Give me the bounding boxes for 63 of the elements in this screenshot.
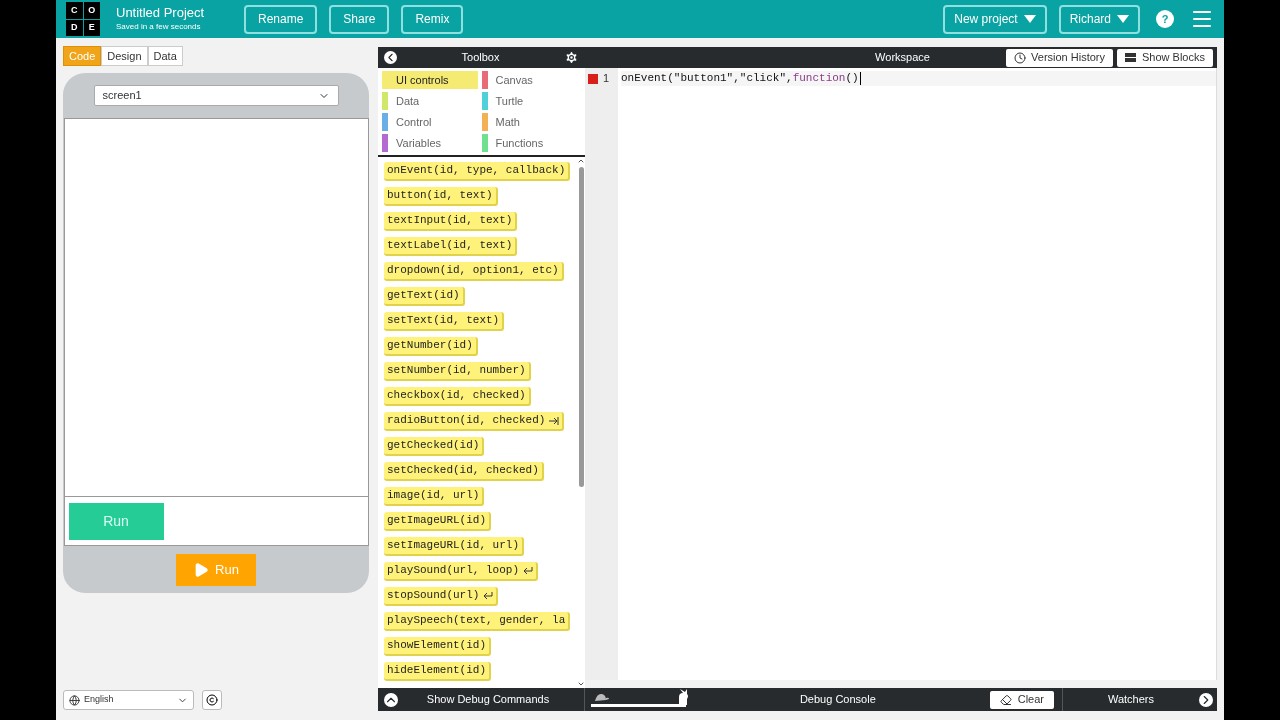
version-history-button[interactable]: Version History: [1006, 48, 1113, 67]
blocks-icon: [1125, 53, 1136, 62]
clear-button[interactable]: Clear: [989, 690, 1054, 709]
code-block[interactable]: onEvent(id, type, callback): [384, 162, 571, 181]
expand-button[interactable]: [384, 692, 398, 707]
clock-icon: [1014, 51, 1027, 64]
turtle-icon: [593, 692, 609, 702]
category-item[interactable]: UI controls: [382, 71, 478, 89]
code-block[interactable]: setChecked(id, checked): [384, 462, 544, 481]
show-blocks-button[interactable]: Show Blocks: [1117, 48, 1213, 67]
line-number: 1: [603, 71, 610, 87]
scroll-up-icon[interactable]: [577, 157, 585, 165]
code-block[interactable]: getImageURL(id): [384, 512, 492, 531]
code-block[interactable]: checkbox(id, checked): [384, 387, 531, 406]
return-arrow-icon: [483, 591, 494, 600]
code-block[interactable]: getNumber(id): [384, 337, 478, 356]
return-arrow-icon: [523, 566, 534, 575]
save-status: Saved in a few seconds: [116, 21, 202, 33]
code-block[interactable]: getText(id): [384, 287, 465, 306]
expand-watchers-button[interactable]: [1199, 692, 1213, 707]
code-block[interactable]: button(id, text): [384, 187, 498, 206]
copyright-icon: [206, 694, 218, 706]
code-block[interactable]: getChecked(id): [384, 437, 485, 456]
copyright-button[interactable]: [202, 690, 222, 710]
code-block[interactable]: textInput(id, text): [384, 212, 518, 231]
eraser-icon: [999, 693, 1012, 706]
code-block[interactable]: radioButton(id, checked): [384, 412, 565, 431]
code-block[interactable]: setText(id, text): [384, 312, 505, 331]
code-block[interactable]: playSpeech(text, gender, la: [384, 612, 571, 631]
mode-tab[interactable]: Design: [101, 46, 148, 66]
code-block[interactable]: image(id, url): [384, 487, 485, 506]
scroll-down-icon[interactable]: [577, 680, 585, 688]
code-block[interactable]: textLabel(id, text): [384, 237, 518, 256]
category-item[interactable]: Data: [382, 92, 482, 110]
caret-icon: [1117, 15, 1129, 23]
code-block[interactable]: dropdown(id, option1, etc): [384, 262, 564, 281]
code-block[interactable]: playSound(url, loop): [384, 562, 539, 581]
debug-console-title: Debug Console: [798, 692, 877, 708]
language-select[interactable]: English: [63, 690, 194, 710]
code-block[interactable]: stopSound(url): [384, 587, 499, 606]
play-icon: [193, 562, 210, 578]
code-block[interactable]: setNumber(id, number): [384, 362, 531, 381]
category-item[interactable]: Variables: [382, 134, 482, 152]
code-block[interactable]: showElement(id): [384, 637, 492, 656]
mode-tab[interactable]: Data: [147, 46, 183, 66]
code-block[interactable]: setImageURL(id, url): [384, 537, 525, 556]
settings-icon[interactable]: [564, 50, 579, 65]
toolbox-title: Toolbox: [460, 50, 501, 66]
project-title: Untitled Project: [116, 5, 206, 21]
code-block[interactable]: hideElement(id): [384, 662, 492, 681]
caret-icon: [1023, 15, 1036, 23]
watchers-title: Watchers: [1106, 692, 1155, 708]
workspace-title: Workspace: [874, 50, 931, 66]
code-logo: C O D E: [66, 2, 100, 36]
speed-slider[interactable]: [591, 703, 686, 707]
category-item[interactable]: Control: [382, 113, 482, 131]
collapse-button[interactable]: [384, 51, 397, 64]
globe-icon: [69, 694, 80, 706]
rabbit-icon: [676, 689, 690, 705]
screen-select[interactable]: screen1: [93, 85, 339, 106]
arrow-icon: [549, 416, 560, 425]
show-debug-commands-button[interactable]: Show Debug Commands: [398, 691, 578, 708]
scrollbar-thumb[interactable]: [578, 167, 584, 487]
